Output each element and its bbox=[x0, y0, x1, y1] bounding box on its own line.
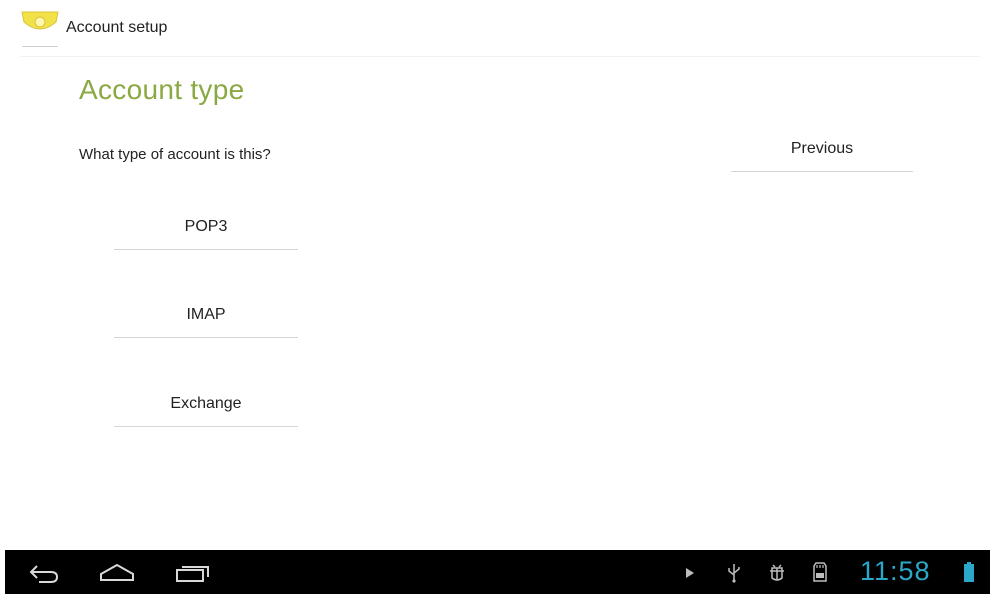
imap-button-label: IMAP bbox=[186, 306, 226, 323]
recent-apps-icon[interactable] bbox=[175, 562, 211, 584]
exchange-button-underline bbox=[114, 426, 298, 427]
imap-button[interactable]: IMAP bbox=[114, 294, 298, 338]
action-bar-title: Account setup bbox=[66, 19, 168, 36]
home-icon[interactable] bbox=[99, 562, 135, 584]
imap-button-underline bbox=[114, 337, 298, 338]
usb-icon bbox=[727, 563, 741, 583]
action-bar-divider bbox=[20, 56, 980, 57]
sd-card-icon bbox=[813, 562, 827, 582]
pop3-button-underline bbox=[114, 249, 298, 250]
previous-button[interactable]: Previous bbox=[731, 128, 913, 172]
back-icon[interactable] bbox=[27, 562, 61, 584]
account-type-question: What type of account is this? bbox=[79, 146, 271, 163]
clock: 11:58 bbox=[860, 556, 931, 586]
previous-button-underline bbox=[731, 171, 913, 172]
exchange-button-label: Exchange bbox=[170, 395, 242, 412]
previous-button-label: Previous bbox=[790, 140, 854, 157]
battery-icon bbox=[964, 562, 974, 582]
pop3-button[interactable]: POP3 bbox=[114, 206, 298, 250]
debug-icon bbox=[767, 562, 787, 584]
exchange-button[interactable]: Exchange bbox=[114, 383, 298, 427]
play-icon bbox=[685, 567, 695, 579]
system-navigation-bar: 11:58 bbox=[5, 550, 990, 594]
email-app-icon[interactable] bbox=[20, 10, 60, 48]
pop3-button-label: POP3 bbox=[184, 218, 228, 235]
action-bar: Account setup bbox=[0, 0, 993, 56]
page-title: Account type bbox=[79, 74, 245, 105]
